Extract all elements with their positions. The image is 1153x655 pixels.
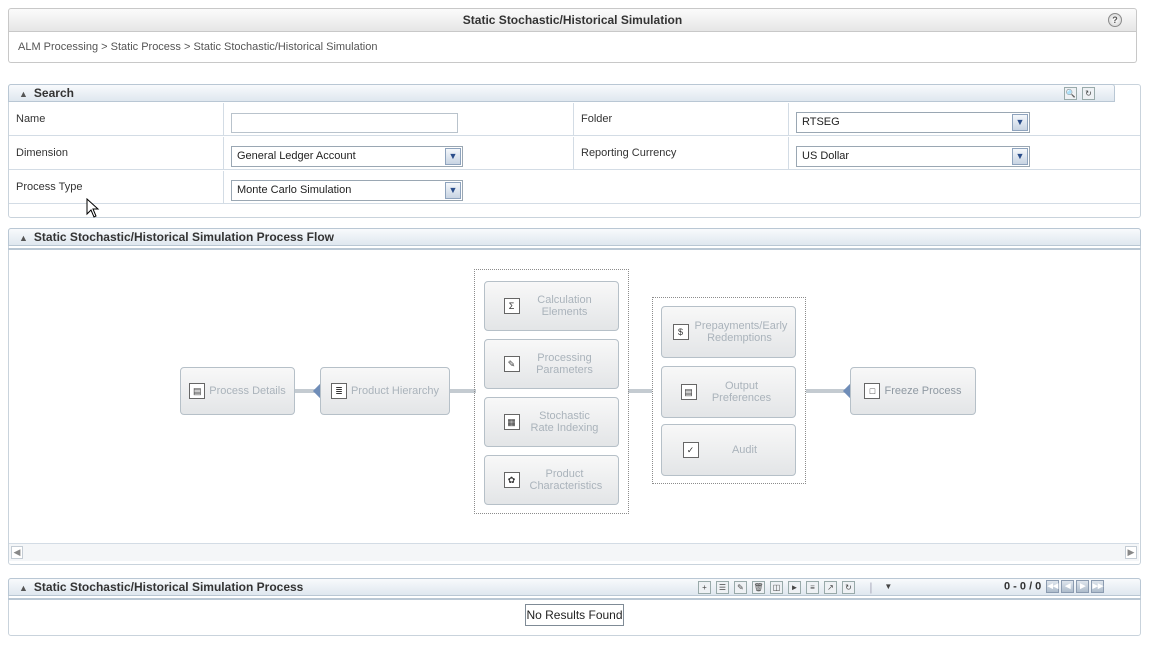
- breadcrumb: ALM Processing > Static Process > Static…: [18, 41, 378, 53]
- audit-label: Audit: [731, 444, 758, 456]
- calculation-elements-label: Calculation Elements: [537, 294, 592, 318]
- results-title: Static Stochastic/Historical Simulation …: [33, 580, 304, 594]
- product-hierarchy-label: Product Hierarchy: [350, 385, 440, 397]
- parameters-icon: ✎: [503, 356, 520, 372]
- pager-text: 0 - 0 / 0: [1004, 580, 1042, 593]
- connector: [628, 389, 652, 393]
- search-header[interactable]: ▲ Search: [8, 84, 1115, 102]
- rate-index-icon: ▦: [503, 414, 520, 430]
- delete-icon[interactable]: 🗑: [752, 581, 765, 595]
- check-dependencies-icon[interactable]: ≡: [806, 581, 819, 595]
- export-icon[interactable]: ↗: [824, 581, 837, 595]
- name-input[interactable]: [231, 113, 458, 133]
- scroll-left-icon[interactable]: ◀: [11, 546, 23, 559]
- folder-label: Folder: [574, 103, 789, 136]
- header-divider: [8, 248, 1141, 250]
- first-page-icon[interactable]: ◀◀: [1046, 580, 1060, 593]
- processing-parameters-button[interactable]: ✎ Processing Parameters: [484, 339, 619, 389]
- connector: [450, 389, 476, 393]
- leaf-icon: ✿: [503, 472, 520, 488]
- sigma-icon: Σ: [503, 298, 520, 314]
- output-preferences-label: Output Preferences: [711, 380, 772, 404]
- collapse-icon[interactable]: ▲: [19, 583, 28, 593]
- process-flow-header[interactable]: ▲ Static Stochastic/Historical Simulation…: [8, 228, 1141, 246]
- processing-parameters-label: Processing Parameters: [536, 352, 593, 376]
- calculation-elements-button[interactable]: Σ Calculation Elements: [484, 281, 619, 331]
- page-title: Static Stochastic/Historical Simulation: [462, 13, 683, 27]
- toolbar-divider: |: [869, 580, 873, 594]
- page-title-bar: Static Stochastic/Historical Simulation …: [8, 8, 1137, 32]
- process-type-label: Process Type: [9, 171, 224, 204]
- process-type-select[interactable]: Monte Carlo Simulation ▼: [231, 180, 463, 201]
- audit-button[interactable]: ✓ Audit: [661, 424, 796, 476]
- dimension-value: General Ledger Account: [237, 150, 356, 162]
- results-toolbar: + ☰ ✎ 🗑 ◫ ► ≡ ↗ ↻ | ▼: [698, 580, 900, 595]
- folder-icon: □: [864, 383, 881, 399]
- currency-select[interactable]: US Dollar ▼: [796, 146, 1030, 167]
- refresh-icon[interactable]: ↻: [842, 581, 855, 595]
- process-type-value: Monte Carlo Simulation: [237, 184, 352, 196]
- help-icon[interactable]: ?: [1108, 13, 1122, 27]
- output-icon: ▤: [680, 384, 697, 400]
- process-details-label: Process Details: [209, 385, 286, 397]
- currency-value: US Dollar: [802, 150, 850, 162]
- edit-icon[interactable]: ✎: [734, 581, 747, 595]
- search-actions: 🔍 ↻: [1064, 86, 1100, 101]
- chevron-down-icon[interactable]: ▼: [445, 182, 461, 199]
- collapse-icon[interactable]: ▲: [19, 233, 28, 243]
- search-title: Search: [33, 86, 74, 100]
- freeze-process-button[interactable]: □ Freeze Process: [850, 367, 976, 415]
- pager: 0 - 0 / 0 ◀◀ ◀ ▶ ▶▶: [1004, 580, 1105, 593]
- mouse-cursor-icon: [86, 198, 100, 218]
- stochastic-rate-indexing-button[interactable]: ▦ Stochastic Rate Indexing: [484, 397, 619, 447]
- chevron-down-icon[interactable]: ▼: [445, 148, 461, 165]
- reset-icon[interactable]: ↻: [1082, 87, 1095, 101]
- name-label: Name: [9, 103, 224, 136]
- audit-icon: ✓: [682, 442, 699, 458]
- prepayments-button[interactable]: $ Prepayments/Early Redemptions: [661, 306, 796, 358]
- dimension-label: Dimension: [9, 137, 224, 170]
- freeze-process-label: Freeze Process: [884, 385, 962, 397]
- document-icon: ▤: [189, 383, 206, 399]
- header-divider: [8, 598, 1141, 600]
- money-bag-icon: $: [672, 324, 689, 340]
- folder-select[interactable]: RTSEG ▼: [796, 112, 1030, 133]
- search-icon[interactable]: 🔍: [1064, 87, 1077, 101]
- scroll-right-icon[interactable]: ▶: [1125, 546, 1137, 559]
- collapse-icon[interactable]: ▲: [19, 89, 28, 99]
- prev-page-icon[interactable]: ◀: [1061, 580, 1075, 593]
- dimension-select[interactable]: General Ledger Account ▼: [231, 146, 463, 167]
- prepayments-label: Prepayments/Early Redemptions: [694, 320, 788, 344]
- output-preferences-button[interactable]: ▤ Output Preferences: [661, 366, 796, 418]
- product-characteristics-button[interactable]: ✿ Product Characteristics: [484, 455, 619, 505]
- product-hierarchy-button[interactable]: ≣ Product Hierarchy: [320, 367, 450, 415]
- hierarchy-icon: ≣: [330, 383, 347, 399]
- horizontal-scrollbar[interactable]: ◀ ▶: [9, 543, 1139, 561]
- process-details-button[interactable]: ▤ Process Details: [180, 367, 295, 415]
- currency-label: Reporting Currency: [574, 137, 789, 170]
- filter-icon[interactable]: ▼: [882, 581, 895, 594]
- stochastic-rate-indexing-label: Stochastic Rate Indexing: [530, 410, 599, 434]
- chevron-down-icon[interactable]: ▼: [1012, 148, 1028, 165]
- chevron-down-icon[interactable]: ▼: [1012, 114, 1028, 131]
- process-flow-title: Static Stochastic/Historical Simulation …: [33, 230, 335, 244]
- copy-icon[interactable]: ◫: [770, 581, 783, 595]
- add-icon[interactable]: +: [698, 581, 711, 595]
- product-characteristics-label: Product Characteristics: [529, 468, 603, 492]
- folder-value: RTSEG: [802, 116, 840, 128]
- view-icon[interactable]: ☰: [716, 581, 729, 595]
- results-header[interactable]: ▲ Static Stochastic/Historical Simulation…: [8, 578, 1141, 596]
- run-icon[interactable]: ►: [788, 581, 801, 595]
- last-page-icon[interactable]: ▶▶: [1091, 580, 1105, 593]
- next-page-icon[interactable]: ▶: [1076, 580, 1090, 593]
- no-results-message: No Results Found: [525, 604, 624, 626]
